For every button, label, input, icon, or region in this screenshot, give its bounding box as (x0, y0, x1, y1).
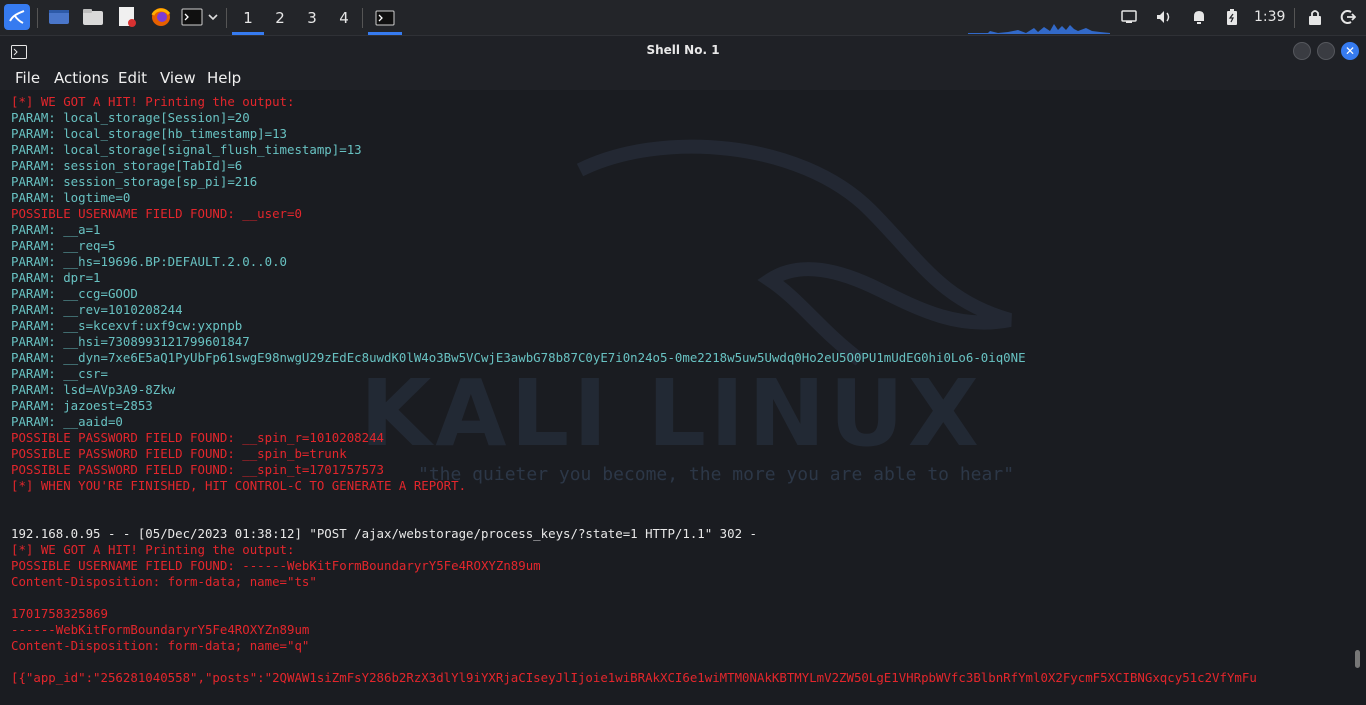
taskbar-terminal-window[interactable] (368, 0, 402, 35)
terminal-lines: [*] WE GOT A HIT! Printing the output: PA… (11, 94, 1257, 686)
terminal-line: POSSIBLE PASSWORD FIELD FOUND: __spin_t=… (11, 462, 384, 477)
terminal-line: POSSIBLE PASSWORD FIELD FOUND: __spin_r=… (11, 430, 384, 445)
terminal-line: PARAM: __a=1 (11, 222, 101, 237)
menu-edit[interactable]: Edit (118, 69, 147, 87)
menu-view[interactable]: View (160, 69, 196, 87)
screen-icon[interactable] (1120, 8, 1138, 26)
firefox-icon[interactable] (149, 6, 173, 28)
minimize-button[interactable] (1293, 42, 1311, 60)
terminal-line: PARAM: jazoest=2853 (11, 398, 153, 413)
terminal-line: PARAM: local_storage[Session]=20 (11, 110, 250, 125)
terminal-line: PARAM: session_storage[sp_pi]=216 (11, 174, 258, 189)
terminal-window: Shell No. 1 ✕ File Actions Edit View Hel… (0, 36, 1366, 705)
chevron-down-icon[interactable] (206, 10, 220, 24)
terminal-line: PARAM: __csr= (11, 366, 108, 381)
terminal-icon[interactable] (180, 7, 204, 27)
volume-icon[interactable] (1154, 8, 1174, 26)
close-icon: ✕ (1344, 44, 1356, 58)
terminal-line: PARAM: __dyn=7xe6E5aQ1PyUbFp61swgE98nwgU… (11, 350, 1026, 365)
terminal-line: [{"app_id":"256281040558","posts":"2QWAW… (11, 670, 1257, 685)
notification-bell-icon[interactable] (1190, 8, 1208, 26)
workspace-4[interactable]: 4 (328, 0, 360, 35)
panel-separator (362, 8, 363, 28)
menu-bar: File Actions Edit View Help (0, 66, 1366, 90)
terminal-line: PARAM: __s=kcexvf:uxf9cw:yxpnpb (11, 318, 243, 333)
scrollbar[interactable] (1355, 650, 1360, 668)
terminal-line: PARAM: session_storage[TabId]=6 (11, 158, 243, 173)
battery-icon[interactable] (1224, 8, 1240, 26)
network-activity-graph (968, 24, 1110, 34)
terminal-line: PARAM: __hs=19696.BP:DEFAULT.2.0..0.0 (11, 254, 288, 269)
window-title: Shell No. 1 (646, 43, 720, 57)
panel-separator (37, 8, 38, 28)
terminal-line: PARAM: __ccg=GOOD (11, 286, 138, 301)
panel-separator (1294, 8, 1295, 28)
terminal-line: [*] WHEN YOU'RE FINISHED, HIT CONTROL-C … (11, 478, 467, 493)
terminal-line: PARAM: __hsi=7308993121799601847 (11, 334, 250, 349)
lock-icon[interactable] (1306, 8, 1324, 26)
terminal-line: PARAM: local_storage[signal_flush_timest… (11, 142, 362, 157)
terminal-line: POSSIBLE USERNAME FIELD FOUND: __user=0 (11, 206, 302, 221)
terminal-line: POSSIBLE USERNAME FIELD FOUND: ------Web… (11, 558, 541, 573)
window-titlebar[interactable]: Shell No. 1 ✕ (0, 36, 1366, 66)
logout-icon[interactable] (1338, 8, 1358, 26)
terminal-line: [*] WE GOT A HIT! Printing the output: (11, 542, 295, 557)
terminal-line: PARAM: logtime=0 (11, 190, 131, 205)
menu-file[interactable]: File (15, 69, 40, 87)
terminal-line: PARAM: dpr=1 (11, 270, 101, 285)
show-desktop-icon[interactable] (47, 7, 71, 27)
terminal-line: Content-Disposition: form-data; name="ts… (11, 574, 317, 589)
terminal-line: PARAM: __req=5 (11, 238, 116, 253)
terminal-line: PARAM: lsd=AVp3A9-8Zkw (11, 382, 176, 397)
text-editor-icon[interactable] (115, 6, 139, 28)
kali-menu-icon[interactable] (4, 4, 30, 30)
top-panel: 1 2 3 4 1:39 (0, 0, 1366, 36)
clock[interactable]: 1:39 (1254, 9, 1285, 25)
terminal-line: 192.168.0.95 - - [05/Dec/2023 01:38:12] … (11, 526, 757, 541)
terminal-line: ------WebKitFormBoundaryrY5Fe4ROXYZn89um (11, 622, 310, 637)
file-manager-icon[interactable] (81, 7, 105, 27)
terminal-icon (375, 10, 395, 25)
close-button[interactable]: ✕ (1341, 42, 1359, 60)
terminal-line: [*] WE GOT A HIT! Printing the output: (11, 94, 295, 109)
terminal-line: PARAM: local_storage[hb_timestamp]=13 (11, 126, 288, 141)
terminal-line: Content-Disposition: form-data; name="q" (11, 638, 310, 653)
workspace-3[interactable]: 3 (296, 0, 328, 35)
menu-help[interactable]: Help (207, 69, 241, 87)
workspace-1[interactable]: 1 (232, 0, 264, 35)
workspace-2[interactable]: 2 (264, 0, 296, 35)
terminal-output[interactable]: KALI LINUX "the quieter you become, the … (0, 90, 1366, 705)
terminal-line: PARAM: __rev=1010208244 (11, 302, 183, 317)
terminal-line: 1701758325869 (11, 606, 108, 621)
terminal-line: POSSIBLE PASSWORD FIELD FOUND: __spin_b=… (11, 446, 347, 461)
maximize-button[interactable] (1317, 42, 1335, 60)
menu-actions[interactable]: Actions (54, 69, 109, 87)
panel-separator (226, 8, 227, 28)
terminal-line: PARAM: __aaid=0 (11, 414, 123, 429)
